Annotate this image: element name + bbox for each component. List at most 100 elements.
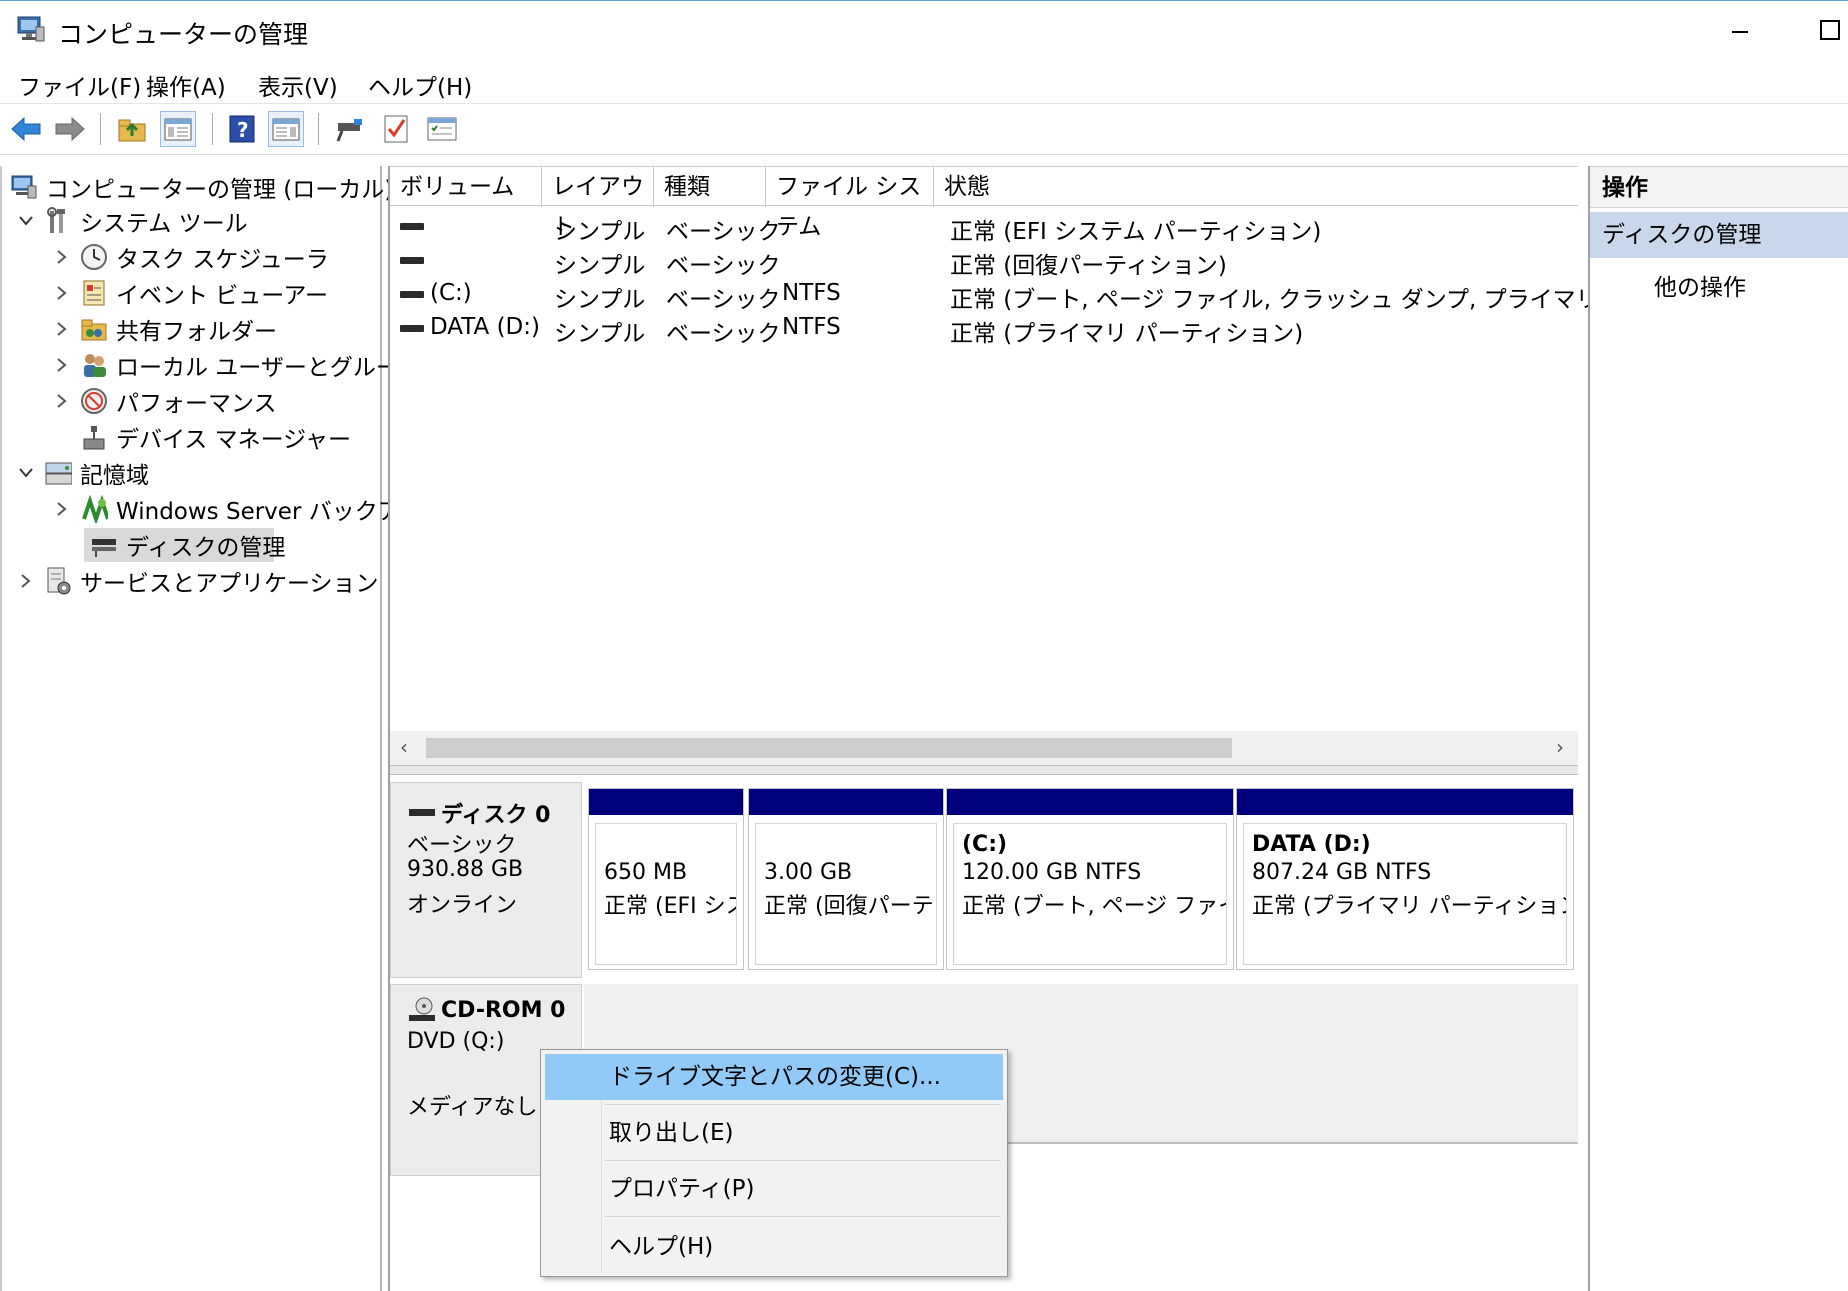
menu-item-help[interactable]: ヘルプ(H) (545, 1224, 1003, 1270)
services-icon (44, 567, 72, 595)
performance-gauge-icon (80, 387, 108, 415)
menu-help[interactable]: ヘルプ(H) (368, 68, 472, 102)
menu-item-eject[interactable]: 取り出し(E) (545, 1110, 1003, 1156)
tree-root[interactable]: コンピューターの管理 (ローカル) (10, 170, 393, 204)
partition-size: 120.00 GB NTFS (962, 860, 1142, 885)
cd-drive-icon (409, 997, 435, 1021)
column-header-volume[interactable]: ボリューム (390, 167, 542, 207)
properties-list-icon[interactable] (424, 111, 460, 147)
tree-item-label: タスク スケジューラ (116, 247, 329, 273)
tree-item-services-apps[interactable]: サービスとアプリケーション (16, 564, 379, 598)
tree-item-storage[interactable]: 記憶域 (16, 456, 149, 490)
tools-icon (44, 207, 72, 235)
chevron-right-icon[interactable] (52, 355, 72, 375)
forward-arrow-icon[interactable] (52, 111, 88, 147)
volume-layout: シンプル (554, 219, 646, 245)
menu-item-change-drive-letter[interactable]: ドライブ文字とパスの変更(C)... (545, 1054, 1003, 1100)
partition-bar (947, 789, 1233, 815)
menu-view[interactable]: 表示(V) (258, 68, 338, 102)
volume-row[interactable]: シンプル ベーシック 正常 (回復パーティション) (390, 242, 1578, 279)
scroll-right-icon[interactable]: › (1556, 735, 1564, 759)
maximize-button[interactable] (1795, 1, 1848, 59)
partition-title (764, 832, 936, 860)
tree-item-task-scheduler[interactable]: タスク スケジューラ (52, 240, 329, 274)
back-arrow-icon[interactable] (8, 111, 44, 147)
cdrom0-media: メディアなし (407, 1095, 538, 1120)
partition-status: 正常 (プライマリ パーティション) (1252, 894, 1567, 919)
minimize-button[interactable] (1705, 1, 1775, 59)
volume-icon (400, 257, 424, 264)
partition-size: 807.24 GB NTFS (1252, 860, 1432, 885)
disk0-type: ベーシック (407, 833, 517, 858)
cdrom0-drive: DVD (Q:) (407, 1029, 505, 1054)
volume-type: ベーシック (666, 287, 781, 313)
partition-title: DATA (D:) (1252, 832, 1371, 857)
partition-c[interactable]: (C:) 120.00 GB NTFS 正常 (ブート, ページ ファイル, (946, 788, 1234, 970)
show-hide-action-pane-icon[interactable] (268, 111, 304, 147)
chevron-right-icon[interactable] (52, 247, 72, 267)
users-icon (80, 351, 108, 379)
menu-action[interactable]: 操作(A) (146, 68, 226, 102)
tree-item-event-viewer[interactable]: イベント ビューアー (52, 276, 328, 310)
chevron-right-icon[interactable] (52, 499, 72, 519)
column-header-type[interactable]: 種類 (654, 167, 766, 207)
checklist-icon[interactable] (378, 111, 414, 147)
tree-item-disk-management[interactable]: ディスクの管理 (84, 528, 285, 562)
chevron-right-icon[interactable] (52, 391, 72, 411)
cdrom0-name: CD-ROM 0 (441, 997, 566, 1023)
volume-row[interactable]: シンプル ベーシック 正常 (EFI システム パーティション) (390, 208, 1578, 245)
tree-item-label: 共有フォルダー (116, 319, 277, 345)
column-header-status[interactable]: 状態 (934, 167, 1578, 207)
up-folder-icon[interactable] (114, 111, 150, 147)
disk0-size: 930.88 GB (407, 857, 524, 882)
menu-file[interactable]: ファイル(F) (18, 68, 141, 102)
tree-item-label: パフォーマンス (116, 391, 277, 417)
tree-item-system-tools[interactable]: システム ツール (16, 204, 248, 238)
tree-item-device-manager[interactable]: デバイス マネージャー (80, 420, 351, 454)
menu-item-properties[interactable]: プロパティ(P) (545, 1166, 1003, 1212)
partition-status: 正常 (回復パーテ (764, 894, 934, 919)
partition-d[interactable]: DATA (D:) 807.24 GB NTFS 正常 (プライマリ パーティシ… (1236, 788, 1574, 970)
tree-item-label: 記憶域 (80, 463, 149, 489)
clock-icon (80, 243, 108, 271)
volume-row[interactable]: (C:) シンプル ベーシック NTFS 正常 (ブート, ページ ファイル, … (390, 276, 1775, 313)
tree-item-shared-folders[interactable]: 共有フォルダー (52, 312, 277, 346)
partition-bar (749, 789, 943, 815)
chevron-down-icon[interactable] (16, 463, 36, 483)
column-header-filesystem[interactable]: ファイル システム (766, 167, 934, 240)
scroll-left-icon[interactable]: ‹ (400, 735, 408, 759)
volume-layout: シンプル (554, 287, 646, 313)
partition-status: 正常 (ブート, ページ ファイル, (962, 894, 1226, 919)
horizontal-scrollbar[interactable]: ‹ › (390, 731, 1578, 765)
computer-management-icon (16, 15, 46, 43)
column-header-layout[interactable]: レイアウト (542, 167, 654, 240)
tree-item-performance[interactable]: パフォーマンス (52, 384, 277, 418)
volume-name: (C:) (430, 280, 472, 306)
storage-icon (44, 459, 72, 487)
connect-icon[interactable] (332, 111, 368, 147)
volume-type: ベーシック (666, 219, 781, 245)
scrollbar-thumb[interactable] (426, 738, 1232, 758)
show-hide-tree-icon[interactable] (160, 111, 196, 147)
volume-fs: NTFS (782, 314, 841, 340)
volume-icon (400, 223, 424, 230)
partition-efi[interactable]: 650 MB 正常 (EFI シス (588, 788, 744, 970)
pane-splitter[interactable] (390, 765, 1578, 775)
volume-row[interactable]: DATA (D:) シンプル ベーシック NTFS 正常 (プライマリ パーティ… (390, 310, 1578, 347)
chevron-right-icon[interactable] (52, 283, 72, 303)
disk0-label[interactable]: ディスク 0 ベーシック 930.88 GB オンライン (390, 782, 582, 978)
shared-folder-icon (80, 315, 108, 343)
tree-item-local-users[interactable]: ローカル ユーザーとグループ (52, 348, 420, 382)
disk-icon (409, 809, 435, 816)
volume-status: 正常 (EFI システム パーティション) (950, 219, 1322, 245)
help-icon[interactable]: ? (224, 111, 260, 147)
menu-bar: ファイル(F) 操作(A) 表示(V) ヘルプ(H) (0, 60, 1848, 104)
disk0-name: ディスク 0 (441, 803, 551, 828)
chevron-right-icon[interactable] (16, 571, 36, 591)
partition-status: 正常 (EFI シス (604, 894, 737, 919)
action-more-actions[interactable]: 他の操作 (1654, 268, 1746, 302)
action-group-disk-management[interactable]: ディスクの管理 (1590, 212, 1848, 258)
partition-recovery[interactable]: 3.00 GB 正常 (回復パーテ (748, 788, 944, 970)
chevron-right-icon[interactable] (52, 319, 72, 339)
chevron-down-icon[interactable] (16, 211, 36, 231)
